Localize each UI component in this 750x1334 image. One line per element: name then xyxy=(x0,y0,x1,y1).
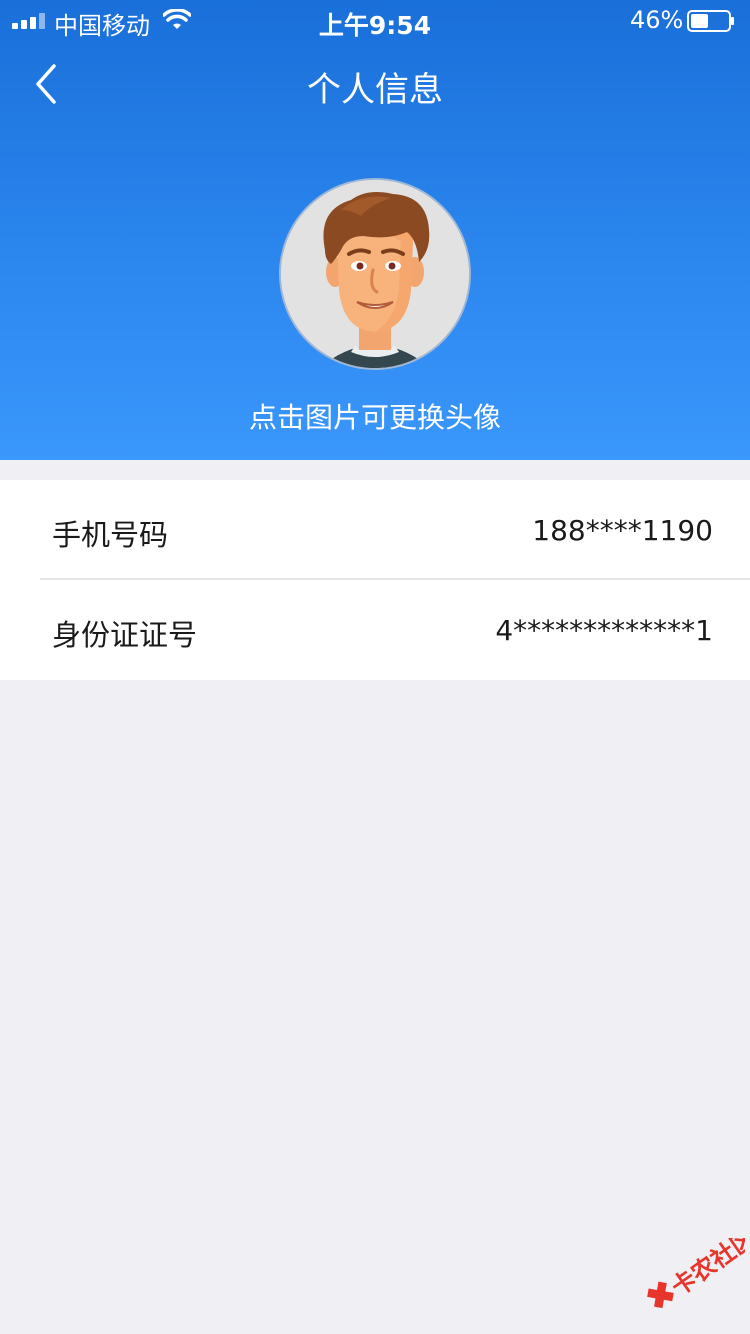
watermark-logo: 卡农社区 xyxy=(647,1238,745,1309)
avatar-button[interactable] xyxy=(279,178,471,370)
phone-row[interactable]: 手机号码 188****1190 xyxy=(0,480,750,580)
nav-bar: 个人信息 xyxy=(0,40,750,128)
status-bar: 中国移动 上午9:54 46% xyxy=(0,0,750,40)
id-number-row[interactable]: 身份证证号 4*************1 xyxy=(0,580,750,680)
battery-icon xyxy=(687,10,734,32)
id-number-value: 4*************1 xyxy=(495,614,713,647)
id-number-label: 身份证证号 xyxy=(52,618,198,652)
phone-label: 手机号码 xyxy=(52,518,169,552)
profile-header: 中国移动 上午9:54 46% 个人信息 点击图片可更换头像 xyxy=(0,0,750,460)
avatar-hint: 点击图片可更换头像 xyxy=(248,401,501,434)
avatar-image xyxy=(281,180,469,368)
battery-percent: 46% xyxy=(630,6,684,34)
info-list: 手机号码 188****1190 身份证证号 4*************1 xyxy=(0,480,750,680)
phone-value: 188****1190 xyxy=(532,514,713,547)
watermark-text: 卡农社区 xyxy=(666,1238,745,1302)
page-title: 个人信息 xyxy=(307,70,443,110)
screen: 中国移动 上午9:54 46% 个人信息 点击图片可更换头像 手机号码 188*… xyxy=(0,0,750,1334)
